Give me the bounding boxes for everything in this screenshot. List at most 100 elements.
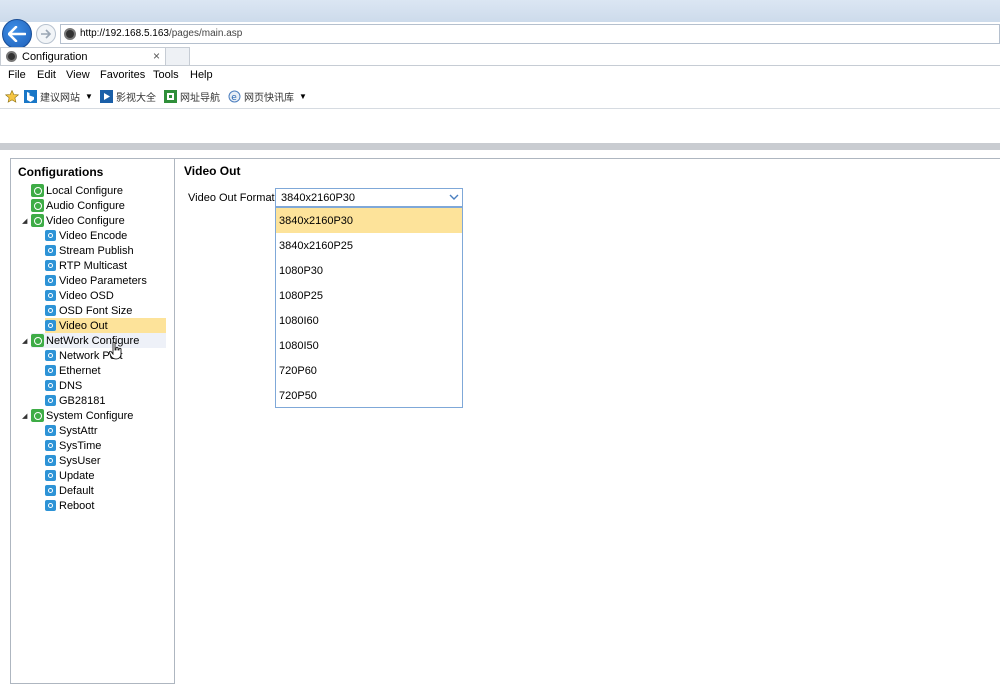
sidebar-item-label: Video Configure	[46, 214, 125, 227]
url-path: /pages/main.asp	[168, 28, 243, 39]
page-title: Video Out	[184, 164, 241, 178]
dropdown-option[interactable]: 720P50	[276, 383, 462, 408]
node-icon	[45, 455, 56, 466]
pane-divider	[174, 158, 175, 684]
fav-item-video[interactable]: 影视大全	[100, 89, 156, 104]
chevron-down-icon[interactable]	[449, 193, 459, 201]
sidebar-item-network-configure[interactable]: ◢ NetWork Configure	[22, 333, 166, 348]
video-out-format-dropdown: 3840x2160P30 3840x2160P25 1080P30 1080P25 10…	[275, 207, 463, 408]
sidebar-item-ethernet[interactable]: Ethernet	[45, 363, 166, 378]
sidebar-item-label: SystAttr	[59, 424, 98, 437]
dropdown-option[interactable]: 3840x2160P30	[276, 208, 462, 233]
sidebar-item-video-encode[interactable]: Video Encode	[45, 228, 166, 243]
ie-icon: e	[228, 90, 241, 103]
menu-edit[interactable]: Edit	[37, 69, 56, 81]
expand-arrow-icon[interactable]: ◢	[22, 337, 27, 345]
dropdown-option[interactable]: 1080I50	[276, 333, 462, 358]
video-out-format-select[interactable]: 3840x2160P30	[275, 188, 463, 207]
sidebar-item-label: SysUser	[59, 454, 101, 467]
window-title-strip	[0, 0, 1000, 22]
forward-button[interactable]	[36, 24, 56, 44]
new-tab-button[interactable]	[166, 47, 190, 65]
expand-arrow-icon[interactable]: ◢	[22, 217, 27, 225]
sidebar-item-video-configure[interactable]: ◢ Video Configure	[22, 213, 166, 228]
sidebar-item-systattr[interactable]: SystAttr	[45, 423, 166, 438]
tab-page-icon	[6, 51, 17, 62]
content-top-border	[174, 158, 1000, 159]
sidebar-item-local-configure[interactable]: Local Configure	[31, 183, 166, 198]
sidebar-item-systime[interactable]: SysTime	[45, 438, 166, 453]
caret-down-icon: ▼	[299, 91, 307, 101]
sidebar-item-video-out[interactable]: Video Out	[45, 318, 166, 333]
sidebar-item-network-port[interactable]: Network Port	[45, 348, 166, 363]
dropdown-option[interactable]: 1080P30	[276, 258, 462, 283]
sidebar-item-system-configure[interactable]: ◢ System Configure	[22, 408, 166, 423]
sidebar-item-label: Local Configure	[46, 184, 124, 197]
sidebar-item-label: GB28181	[59, 394, 106, 407]
node-icon	[45, 305, 56, 316]
sidebar-item-video-osd[interactable]: Video OSD	[45, 288, 166, 303]
sidebar-item-stream-publish[interactable]: Stream Publish	[45, 243, 166, 258]
back-button[interactable]	[2, 19, 32, 49]
address-bar[interactable]: http://192.168.5.163/pages/main.asp	[60, 24, 1000, 44]
video-out-format-label: Video Out Format	[188, 192, 275, 204]
menu-help[interactable]: Help	[190, 69, 213, 81]
sidebar-item-label: Default	[59, 484, 94, 497]
gear-icon	[31, 184, 44, 197]
toolbar-divider	[0, 108, 1000, 109]
caret-down-icon: ▼	[85, 91, 93, 101]
forward-arrow-icon	[41, 29, 52, 39]
fav-item-web-slice[interactable]: e 网页快讯库 ▼	[228, 89, 307, 104]
configurations-sidebar: Configurations Local Configure Audio Conf…	[10, 158, 175, 684]
menu-file[interactable]: File	[8, 69, 26, 81]
sidebar-item-video-parameters[interactable]: Video Parameters	[45, 273, 166, 288]
fav-item-suggested-sites[interactable]: 建议网站 ▼	[24, 89, 93, 104]
star-icon[interactable]	[5, 90, 19, 103]
node-icon	[45, 425, 56, 436]
sidebar-item-label: System Configure	[46, 409, 134, 422]
sidebar-item-sysuser[interactable]: SysUser	[45, 453, 166, 468]
svg-text:e: e	[231, 93, 237, 103]
menu-tools[interactable]: Tools	[153, 69, 179, 81]
node-icon	[45, 470, 56, 481]
sidebar-item-dns[interactable]: DNS	[45, 378, 166, 393]
sidebar-item-label: SysTime	[59, 439, 102, 452]
menu-view[interactable]: View	[66, 69, 90, 81]
sidebar-item-audio-configure[interactable]: Audio Configure	[31, 198, 166, 213]
sidebar-item-label: Video Encode	[59, 229, 128, 242]
url-host: http://192.168.5.163	[80, 28, 169, 39]
sidebar-item-label: Video Parameters	[59, 274, 147, 287]
expand-arrow-icon[interactable]: ◢	[22, 412, 27, 420]
sidebar-item-gb28181[interactable]: GB28181	[45, 393, 166, 408]
page-content: Configurations Local Configure Audio Conf…	[0, 143, 1000, 684]
sidebar-item-rtp-multicast[interactable]: RTP Multicast	[45, 258, 166, 273]
sidebar-item-label: NetWork Configure	[46, 334, 140, 347]
gear-icon	[31, 409, 44, 422]
node-icon	[45, 395, 56, 406]
node-icon	[45, 260, 56, 271]
sidebar-item-label: Audio Configure	[46, 199, 125, 212]
close-icon[interactable]: ×	[153, 49, 160, 63]
node-icon	[45, 485, 56, 496]
node-icon	[45, 380, 56, 391]
node-icon	[45, 500, 56, 511]
url-text: http://192.168.5.163/pages/main.asp	[80, 28, 242, 39]
menu-bar: File Edit View Favorites Tools Help	[0, 66, 1000, 84]
favorites-bar: 建议网站 ▼ 影视大全 网址导航 e 网页快讯库 ▼	[0, 86, 1000, 106]
mouse-pointer-icon	[109, 342, 122, 360]
sidebar-item-update[interactable]: Update	[45, 468, 166, 483]
dropdown-option[interactable]: 720P60	[276, 358, 462, 383]
sidebar-item-default[interactable]: Default	[45, 483, 166, 498]
fav-item-nav[interactable]: 网址导航	[164, 89, 220, 104]
sidebar-item-osd-font-size[interactable]: OSD Font Size	[45, 303, 166, 318]
sidebar-item-reboot[interactable]: Reboot	[45, 498, 166, 513]
menu-favorites[interactable]: Favorites	[100, 69, 145, 81]
dropdown-option[interactable]: 1080I60	[276, 308, 462, 333]
node-icon	[45, 290, 56, 301]
sidebar-item-label: DNS	[59, 379, 83, 392]
nav-icon	[164, 89, 177, 103]
dropdown-option[interactable]: 3840x2160P25	[276, 233, 462, 258]
dropdown-option[interactable]: 1080P25	[276, 283, 462, 308]
sidebar-title: Configurations	[18, 165, 104, 179]
tab-configuration[interactable]: Configuration ×	[0, 47, 166, 65]
